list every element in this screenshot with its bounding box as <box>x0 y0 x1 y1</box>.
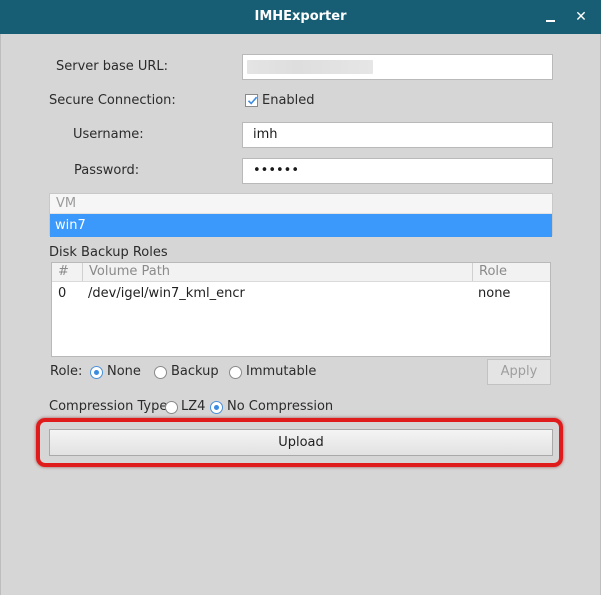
username-input[interactable]: imh <box>242 122 553 148</box>
col-role-header[interactable]: Role <box>472 263 550 281</box>
close-icon[interactable]: ✕ <box>573 9 589 25</box>
compression-none-radio[interactable] <box>210 401 223 414</box>
role-backup-label[interactable]: Backup <box>171 362 219 382</box>
vm-list[interactable]: VM win7 <box>49 193 553 237</box>
col-volume-path-header[interactable]: Volume Path <box>82 263 472 281</box>
table-header: # Volume Path Role <box>52 263 550 282</box>
role-none-label[interactable]: None <box>107 362 141 382</box>
role-none-radio[interactable] <box>90 366 103 379</box>
volumes-table[interactable]: # Volume Path Role 0 /dev/igel/win7_kml_… <box>51 262 551 357</box>
minimize-icon[interactable] <box>543 9 559 25</box>
check-icon <box>247 96 258 105</box>
upload-highlight-annotation <box>36 418 563 467</box>
server-url-input[interactable] <box>242 54 553 80</box>
table-row[interactable]: 0 /dev/igel/win7_kml_encr none <box>52 282 550 306</box>
vm-list-item[interactable]: win7 <box>50 214 552 237</box>
row-role: none <box>478 286 511 301</box>
secure-checkbox-label[interactable]: Enabled <box>262 91 315 111</box>
role-label: Role: <box>50 364 83 379</box>
row-index: 0 <box>58 286 67 301</box>
compression-none-label[interactable]: No Compression <box>227 397 333 417</box>
apply-button[interactable]: Apply <box>487 359 551 385</box>
role-immutable-label[interactable]: Immutable <box>246 362 316 382</box>
server-url-label: Server base URL: <box>56 59 169 74</box>
col-index-header[interactable]: # <box>52 263 82 281</box>
password-input[interactable]: •••••• <box>242 158 553 184</box>
compression-lz4-label[interactable]: LZ4 <box>181 397 205 417</box>
password-label: Password: <box>74 163 140 178</box>
disk-backup-roles-title: Disk Backup Roles <box>49 245 171 261</box>
title-bar: IMHExporter ✕ <box>0 0 601 34</box>
compression-type-label: Compression Type: <box>49 399 172 414</box>
redacted-url <box>247 60 373 74</box>
row-volume-path: /dev/igel/win7_kml_encr <box>88 286 245 301</box>
compression-lz4-radio[interactable] <box>165 401 178 414</box>
role-backup-radio[interactable] <box>154 366 167 379</box>
secure-checkbox[interactable] <box>245 94 258 107</box>
window-title: IMHExporter <box>254 9 347 24</box>
secure-connection-label: Secure Connection: <box>49 93 176 108</box>
vm-list-header: VM <box>50 194 552 214</box>
username-label: Username: <box>73 127 144 142</box>
role-immutable-radio[interactable] <box>229 366 242 379</box>
